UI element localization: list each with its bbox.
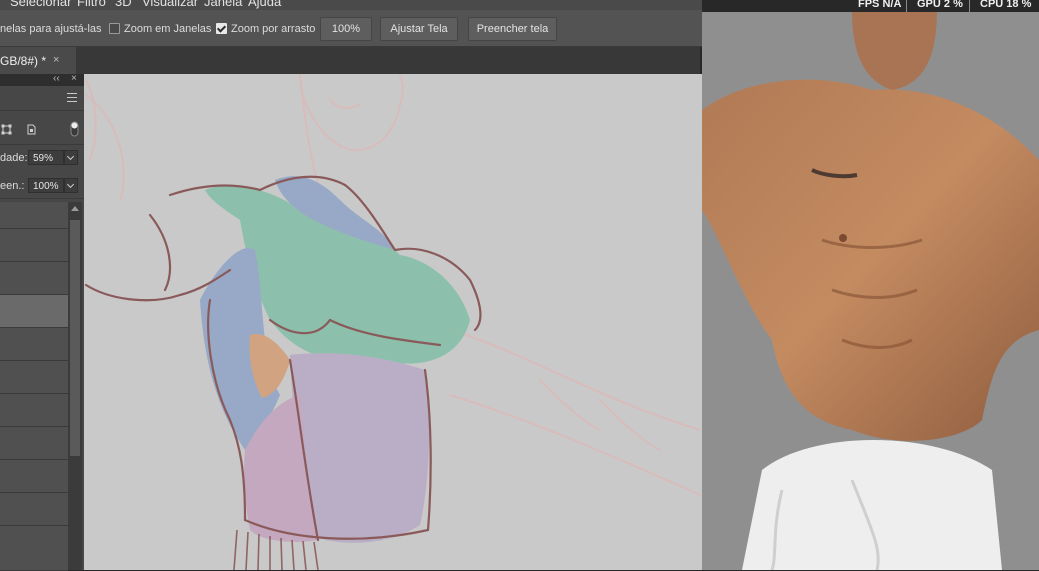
menu-janela[interactable]: Janela: [204, 0, 242, 9]
zoom-all-windows-label[interactable]: Zoom em Janelas: [124, 23, 211, 35]
panel-menu-icon[interactable]: [67, 93, 77, 102]
menu-filtro[interactable]: Filtro: [77, 0, 106, 9]
opacity-label: dade:: [0, 152, 28, 164]
close-panel-icon[interactable]: ×: [71, 73, 77, 84]
document-canvas[interactable]: [84, 74, 702, 570]
panel-divider: [0, 144, 84, 145]
lock-all-toggle-icon[interactable]: [70, 121, 79, 137]
layer-row[interactable]: [0, 394, 68, 427]
resize-windows-label[interactable]: nelas para ajustá-las: [0, 23, 102, 35]
fit-screen-button[interactable]: Ajustar Tela: [380, 17, 458, 41]
layer-row[interactable]: [0, 526, 68, 571]
panel-header: ‹‹ ×: [0, 73, 84, 86]
layer-row-selected[interactable]: [0, 295, 68, 328]
opacity-dropdown[interactable]: [64, 150, 78, 165]
document-tab[interactable]: GB/8#) * ×: [0, 47, 76, 74]
layers-panel: ‹‹ × dade: 59% een.: 100%: [0, 73, 84, 571]
layer-row[interactable]: [0, 262, 68, 295]
layer-row[interactable]: [0, 328, 68, 361]
panel-divider: [0, 110, 84, 111]
layer-row[interactable]: [0, 229, 68, 262]
collapse-panel-icon[interactable]: ‹‹: [53, 73, 60, 84]
scrollbar-thumb[interactable]: [70, 220, 80, 456]
zoom-all-windows-checkbox[interactable]: [109, 23, 120, 34]
artboard-lock-icon[interactable]: [26, 124, 37, 135]
layer-row[interactable]: [0, 202, 68, 229]
panel-divider: [0, 198, 84, 199]
anatomy-sketch: [84, 74, 701, 570]
scrubby-zoom-checkbox[interactable]: [216, 23, 227, 34]
reference-figure-image: [702, 10, 1039, 570]
fill-screen-button[interactable]: Preencher tela: [468, 17, 557, 41]
menu-visualizar[interactable]: Visualizar: [142, 0, 198, 9]
layer-row[interactable]: [0, 493, 68, 526]
document-tab-row: GB/8#) * ×: [0, 47, 700, 74]
opacity-field[interactable]: 59%: [28, 150, 64, 165]
document-tab-title: GB/8#) *: [0, 54, 47, 68]
fps-readout: FPS N/A: [858, 0, 902, 10]
fill-field[interactable]: 100%: [28, 178, 64, 193]
layers-scrollbar[interactable]: [68, 202, 82, 570]
layers-list: [0, 202, 68, 571]
layer-row[interactable]: [0, 460, 68, 493]
scrubby-zoom-label[interactable]: Zoom por arrasto: [231, 23, 315, 35]
close-tab-icon[interactable]: ×: [53, 54, 59, 66]
performance-stats: FPS N/A GPU 2 % CPU 18 %: [702, 0, 1039, 12]
stats-divider: [906, 0, 907, 12]
gpu-readout: GPU 2 %: [917, 0, 963, 10]
transform-lock-icon[interactable]: [1, 124, 12, 135]
reference-photo: [702, 10, 1039, 570]
fill-label: een.:: [0, 180, 25, 192]
stats-divider: [969, 0, 970, 12]
menu-selecionar[interactable]: Selecionar: [10, 0, 71, 9]
zoom-100-button[interactable]: 100%: [320, 17, 372, 41]
menu-ajuda[interactable]: Ajuda: [248, 0, 281, 9]
menu-3d[interactable]: 3D: [115, 0, 132, 9]
layer-row[interactable]: [0, 361, 68, 394]
fill-dropdown[interactable]: [64, 178, 78, 193]
cpu-readout: CPU 18 %: [980, 0, 1032, 10]
layer-row[interactable]: [0, 427, 68, 460]
scroll-up-arrow-icon[interactable]: [71, 206, 79, 211]
